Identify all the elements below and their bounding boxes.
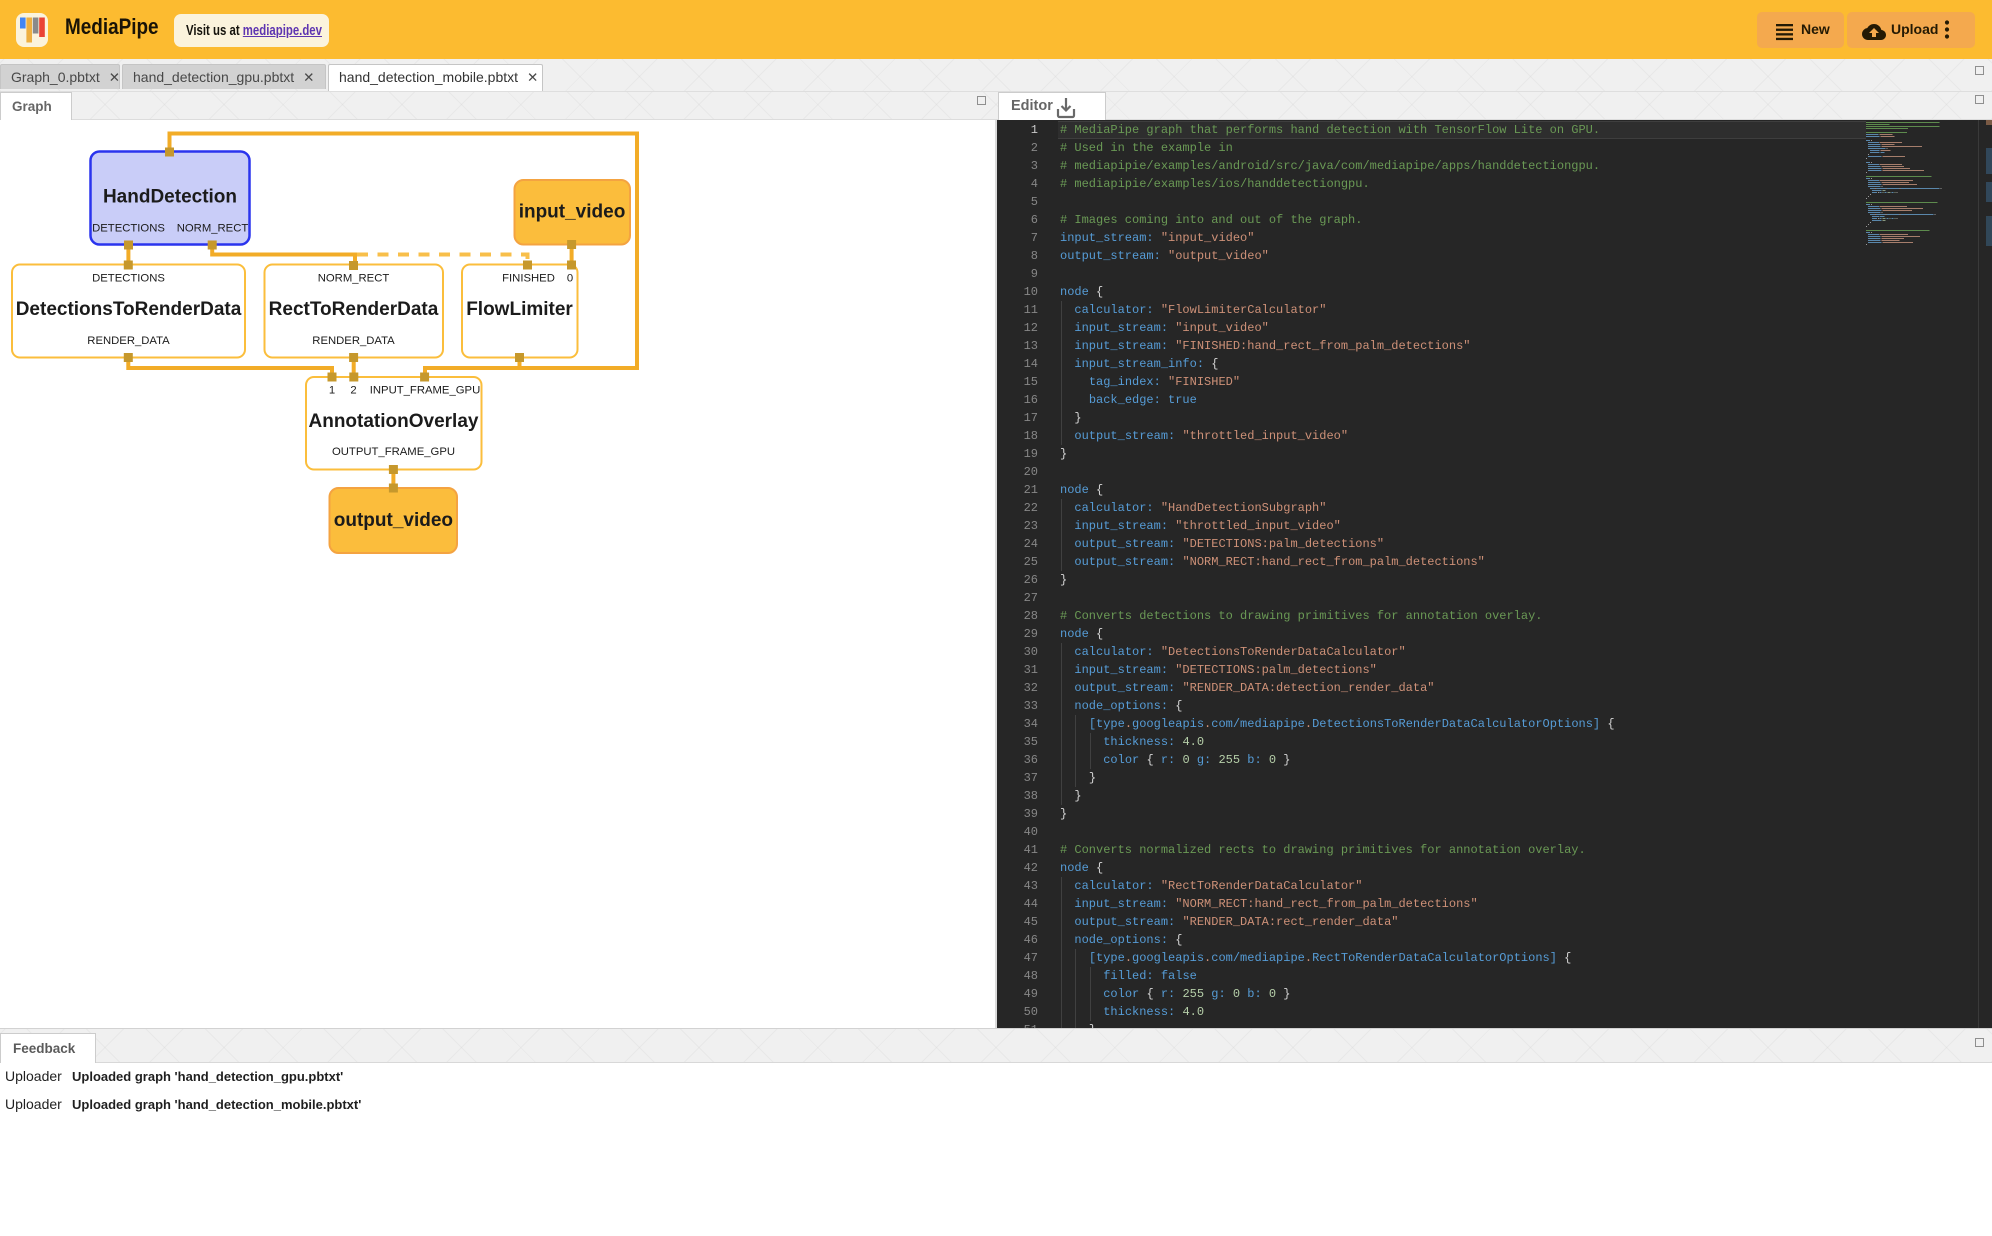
- svg-text:NORM_RECT: NORM_RECT: [177, 223, 249, 235]
- svg-text:RectToRenderData: RectToRenderData: [269, 299, 439, 320]
- svg-text:FlowLimiter: FlowLimiter: [466, 299, 573, 320]
- svg-text:AnnotationOverlay: AnnotationOverlay: [309, 411, 479, 432]
- svg-text:DETECTIONS: DETECTIONS: [92, 223, 165, 235]
- svg-text:HandDetection: HandDetection: [103, 187, 237, 208]
- svg-text:DETECTIONS: DETECTIONS: [92, 273, 165, 285]
- svg-text:INPUT_FRAME_GPU: INPUT_FRAME_GPU: [370, 385, 480, 397]
- svg-text:2: 2: [350, 385, 356, 397]
- svg-text:RENDER_DATA: RENDER_DATA: [87, 335, 170, 347]
- svg-text:0: 0: [567, 273, 573, 285]
- svg-text:OUTPUT_FRAME_GPU: OUTPUT_FRAME_GPU: [332, 446, 455, 458]
- svg-text:DetectionsToRenderData: DetectionsToRenderData: [16, 299, 242, 320]
- svg-text:FINISHED: FINISHED: [502, 273, 555, 285]
- svg-text:output_video: output_video: [334, 510, 453, 531]
- svg-text:NORM_RECT: NORM_RECT: [318, 273, 390, 285]
- svg-text:RENDER_DATA: RENDER_DATA: [312, 335, 395, 347]
- svg-text:input_video: input_video: [519, 202, 626, 223]
- svg-text:1: 1: [329, 385, 335, 397]
